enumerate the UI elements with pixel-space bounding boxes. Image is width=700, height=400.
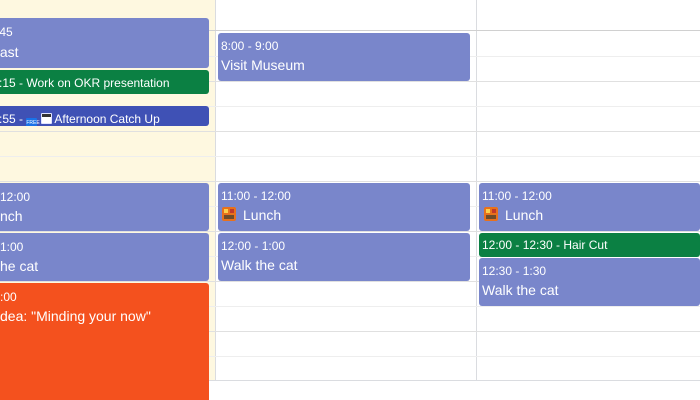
event-time: 11:00 - 12:00 <box>221 189 291 203</box>
event-time: :55 - <box>0 112 24 126</box>
event-title: Afternoon Catch Up <box>54 112 160 126</box>
event-afternoon-catch-up[interactable]: :55 - FREE Afternoon Catch Up <box>0 106 209 126</box>
free-icon: FREE <box>26 118 40 126</box>
hour-line <box>0 181 700 182</box>
event-time: :00 <box>0 290 17 304</box>
event-time: 12:30 - 1:30 <box>482 264 547 278</box>
event-time: 1:00 <box>0 240 24 254</box>
event-label-row: :55 - FREE Afternoon Catch Up <box>0 112 160 126</box>
column-divider <box>476 0 477 380</box>
lunch-icon <box>222 207 236 221</box>
event-label: :15 - Work on OKR presentation <box>0 76 170 90</box>
calendar-icon <box>40 113 52 124</box>
event-visit-museum[interactable]: 8:00 - 9:00 Visit Museum <box>218 33 470 81</box>
event-label: 12:00 - 12:30 - Hair Cut <box>482 238 608 252</box>
event-title: he cat <box>0 258 39 274</box>
event-work-on-okr[interactable]: :15 - Work on OKR presentation <box>0 70 209 94</box>
event-title: Lunch <box>243 207 282 223</box>
half-hour-line <box>0 156 700 157</box>
event-title: Walk the cat <box>221 257 298 273</box>
hour-line <box>0 231 700 232</box>
event-hair-cut[interactable]: 12:00 - 12:30 - Hair Cut <box>479 233 700 257</box>
event-walk-the-cat[interactable]: 12:00 - 1:00 Walk the cat <box>218 233 470 281</box>
column-divider <box>215 0 216 380</box>
event-title: Visit Museum <box>221 57 305 73</box>
hour-line <box>0 131 700 132</box>
event-breakfast[interactable]: :45 fast <box>0 18 209 68</box>
event-title: nch <box>0 208 23 224</box>
event-walk-the-cat[interactable]: 12:30 - 1:30 Walk the cat <box>479 258 700 306</box>
event-title: fast <box>0 44 19 60</box>
event-walk-the-cat[interactable]: 1:00 he cat <box>0 233 209 281</box>
event-time: 11:00 - 12:00 <box>482 189 552 203</box>
event-time: 8:00 - 9:00 <box>221 39 279 53</box>
event-title: Lunch <box>505 207 544 223</box>
event-title: Walk the cat <box>482 282 559 298</box>
event-time: 12:00 - 1:00 <box>221 239 286 253</box>
event-title: dea: "Minding your now" <box>0 308 151 324</box>
event-lunch[interactable]: 12:00 nch <box>0 183 209 231</box>
event-idea-minding-your-now[interactable]: :00 dea: "Minding your now" <box>0 283 209 400</box>
event-lunch[interactable]: 11:00 - 12:00 Lunch <box>218 183 470 231</box>
event-lunch[interactable]: 11:00 - 12:00 Lunch <box>479 183 700 231</box>
event-time: 12:00 <box>0 190 31 204</box>
lunch-icon <box>484 207 498 221</box>
event-time: :45 <box>0 25 13 39</box>
